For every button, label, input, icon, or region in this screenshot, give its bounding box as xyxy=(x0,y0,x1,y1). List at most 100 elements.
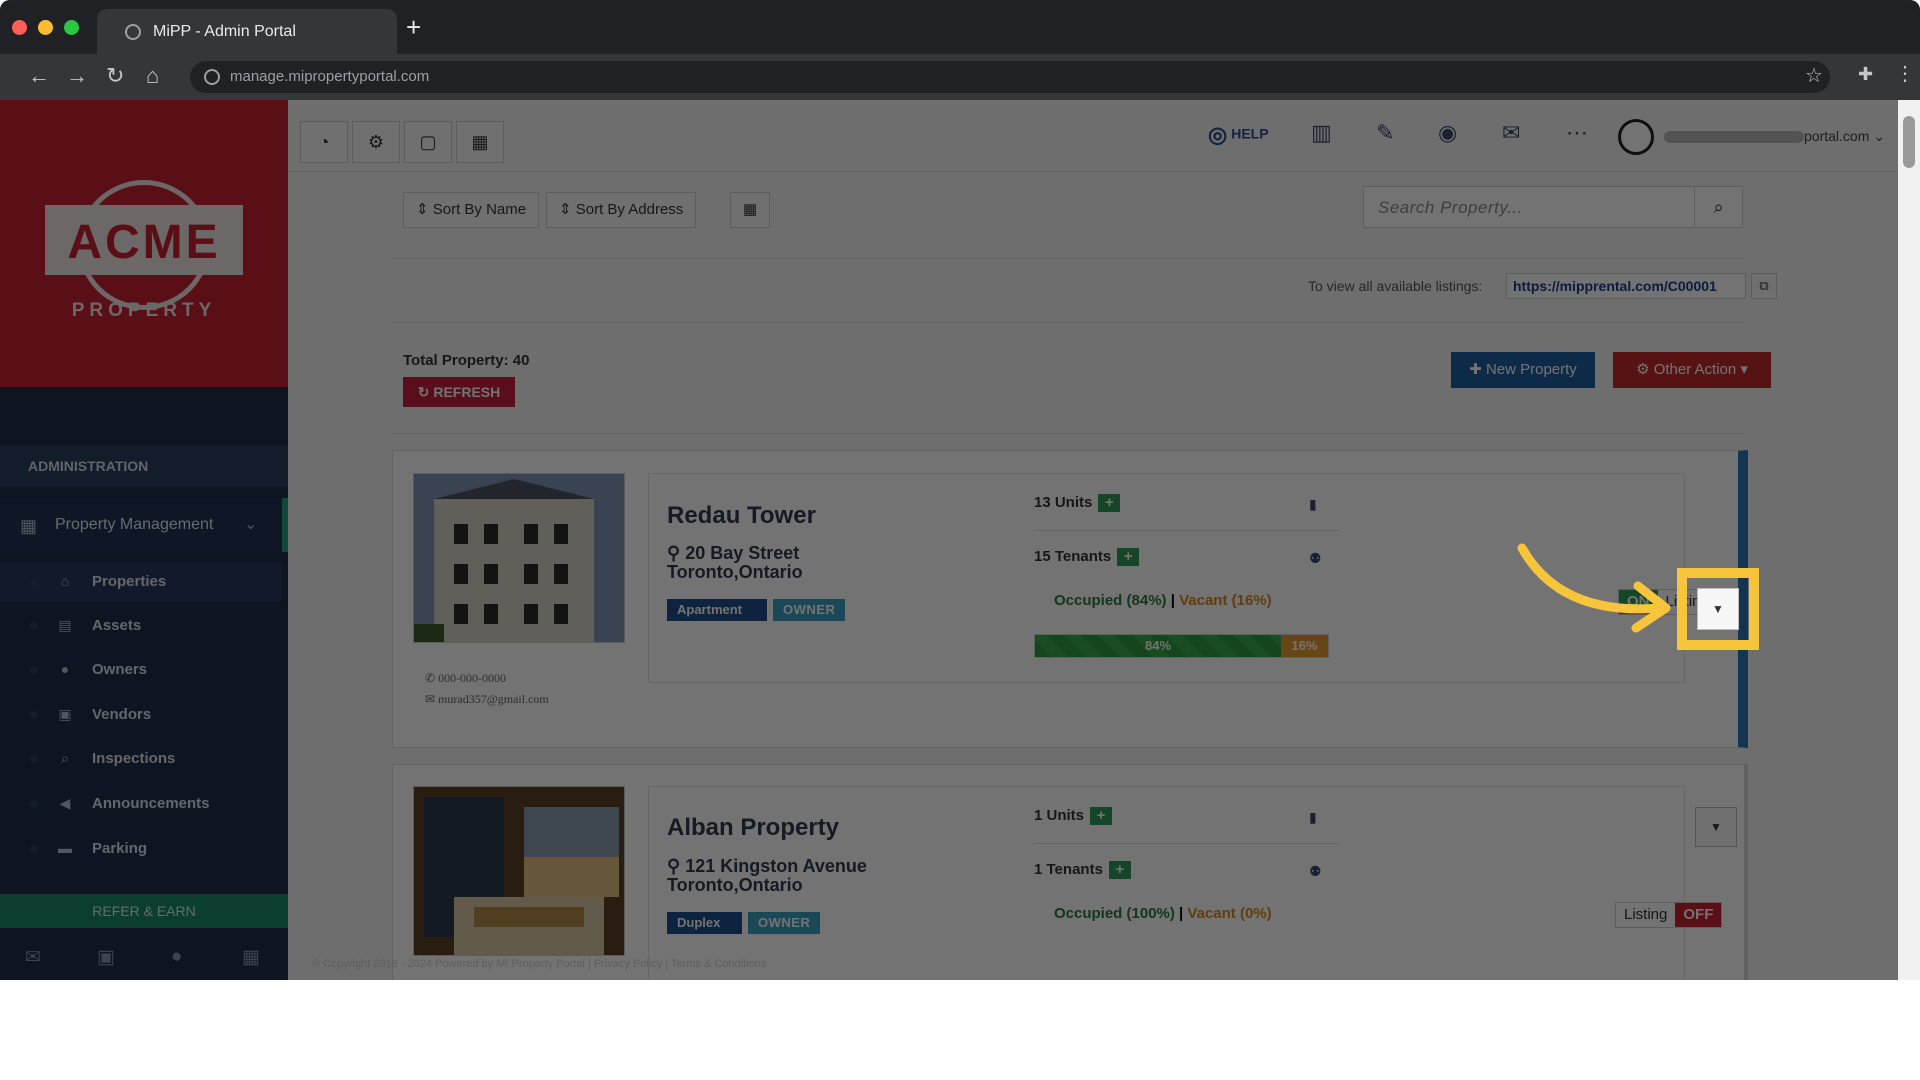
owner-badge: OWNER xyxy=(773,599,846,621)
property-address: ⚲ 20 Bay Street Toronto,Ontario xyxy=(667,543,803,582)
property-type-badge: Apartment xyxy=(667,599,767,621)
wrench-icon[interactable]: ✎ xyxy=(1376,120,1394,146)
sidebar-group-property-management[interactable]: ▦ Property Management ⌄ xyxy=(0,498,288,552)
add-tenant-button[interactable]: + xyxy=(1117,548,1140,567)
users-icon: ⚉ xyxy=(1309,550,1322,566)
eye-icon[interactable]: ◉ xyxy=(1438,120,1457,146)
home-icon[interactable]: ⌂ xyxy=(146,62,159,90)
sidebar-item-properties[interactable]: ⌂ Properties xyxy=(0,562,282,602)
owner-badge: OWNER xyxy=(748,912,821,934)
logo-word: ACME xyxy=(67,216,221,269)
chevron-down-icon: ⌄ xyxy=(244,516,258,533)
listing-toggle[interactable]: Listing OFF xyxy=(1615,902,1723,928)
property-name[interactable]: Redau Tower xyxy=(667,502,816,530)
group-label: Property Management xyxy=(55,516,214,533)
divider xyxy=(392,258,1744,259)
add-tenant-button[interactable]: + xyxy=(1108,861,1131,880)
building-icon: ▦ xyxy=(20,516,38,536)
owner-email: ✉ murad357@gmail.com xyxy=(425,692,549,706)
occupancy-text: Occupied (100%) | Vacant (0%) xyxy=(1054,905,1272,922)
sort-by-address-button[interactable]: ⇕ Sort By Address xyxy=(546,192,697,228)
archive-icon: ▤ xyxy=(58,617,72,633)
search-icon[interactable]: ⌕ xyxy=(1694,187,1742,227)
section-title: ADMINISTRATION xyxy=(28,458,149,474)
maximize-window-button[interactable] xyxy=(64,20,79,35)
sidebar-item-vendors[interactable]: ▣ Vendors xyxy=(0,695,282,735)
more-icon[interactable]: ⋯ xyxy=(1566,120,1588,146)
sort-by-name-button[interactable]: ⇕ Sort By Name xyxy=(403,192,540,228)
browser-tab[interactable]: MiPP - Admin Portal xyxy=(97,9,397,54)
help-link[interactable]: ◎ HELP xyxy=(1208,122,1269,148)
add-unit-button[interactable]: + xyxy=(1098,494,1121,513)
new-tab-button[interactable]: + xyxy=(406,14,421,40)
property-address: ⚲ 121 Kingston Avenue Toronto,Ontario xyxy=(667,856,867,895)
mail-icon[interactable]: ✉ xyxy=(25,946,41,969)
back-icon[interactable]: ← xyxy=(28,62,50,90)
property-actions-dropdown[interactable]: ▼ xyxy=(1695,807,1737,847)
calendar-button[interactable]: ▢ xyxy=(404,121,452,163)
minimize-window-button[interactable] xyxy=(38,20,53,35)
refer-and-earn-button[interactable]: REFER & EARN xyxy=(0,894,288,928)
bookmark-star-icon[interactable]: ☆ xyxy=(1805,63,1823,88)
other-action-button[interactable]: ⚙ Other Action ▾ xyxy=(1613,352,1771,388)
property-card: Alban Property ⚲ 121 Kingston Avenue Toro… xyxy=(392,764,1748,980)
divider xyxy=(392,433,1744,434)
total-property-count: Total Property: 40 xyxy=(403,352,530,369)
top-bar: ◔ ⚙ ▢ ▦ ◎ HELP ▥ ✎ ◉ ✉ ⋯ portal.com ⌄ xyxy=(288,100,1900,172)
copy-icon[interactable]: ⧉ xyxy=(1751,273,1777,299)
forward-icon[interactable]: → xyxy=(66,62,88,90)
grid-view-button[interactable]: ▦ xyxy=(730,192,771,228)
units-count: 13 Units + xyxy=(1034,494,1121,513)
sidebar-item-owners[interactable]: ● Owners xyxy=(0,650,282,690)
tab-title: MiPP - Admin Portal xyxy=(153,23,296,40)
property-name[interactable]: Alban Property xyxy=(667,814,839,842)
settings-button[interactable]: ⚙ xyxy=(352,121,400,163)
close-window-button[interactable] xyxy=(12,20,27,35)
extensions-icon[interactable]: ✚ xyxy=(1858,64,1873,85)
dashboard-button[interactable]: ◔ xyxy=(300,121,348,163)
avatar[interactable] xyxy=(1618,119,1654,155)
address-bar[interactable]: manage.mipropertyportal.com xyxy=(190,61,1830,93)
search-input[interactable]: Search Property... xyxy=(1378,198,1523,218)
mail-icon[interactable]: ✉ xyxy=(1502,120,1520,146)
property-type-badge: Duplex xyxy=(667,912,742,934)
sidebar-item-assets[interactable]: ▤ Assets xyxy=(0,606,282,646)
occupancy-text: Occupied (84%) | Vacant (16%) xyxy=(1054,592,1272,609)
site-info-icon[interactable] xyxy=(204,69,220,85)
browser-menu-icon[interactable]: ⋮ xyxy=(1895,62,1915,86)
property-actions-dropdown[interactable]: ▼ xyxy=(1697,588,1739,630)
sidebar: ACME PROPERTY ADMINISTRATION ▦ Property … xyxy=(0,100,288,980)
occupancy-bar: 84% 16% xyxy=(1034,634,1329,658)
briefcase-icon[interactable]: ▣ xyxy=(97,946,115,969)
magnifier-icon: ⌕ xyxy=(61,750,69,766)
sidebar-item-parking[interactable]: ▬ Parking xyxy=(0,829,282,869)
vacant-fill: 16% xyxy=(1281,635,1328,657)
user-icon: ● xyxy=(60,661,70,677)
owner-phone: ✆ 000-000-0000 xyxy=(425,671,507,685)
reload-icon[interactable]: ↻ xyxy=(106,62,124,90)
calculator-button[interactable]: ▦ xyxy=(456,121,504,163)
browser-window: MiPP - Admin Portal + ← → ↻ ⌂ manage.mip… xyxy=(0,0,1920,980)
car-icon: ▬ xyxy=(58,840,72,856)
scrollbar[interactable] xyxy=(1898,100,1920,980)
url-text: manage.mipropertyportal.com xyxy=(230,68,430,85)
user-menu[interactable]: portal.com ⌄ xyxy=(1664,128,1885,145)
listing-text: To view all available listings: xyxy=(1308,278,1483,294)
calculator-icon[interactable]: ▦ xyxy=(242,946,260,969)
property-photo[interactable] xyxy=(413,786,625,956)
scrollbar-thumb[interactable] xyxy=(1903,116,1915,168)
users-icon: ⚉ xyxy=(1309,863,1322,879)
user-icon[interactable]: ● xyxy=(171,946,182,968)
refresh-button[interactable]: ↻ REFRESH xyxy=(403,377,515,407)
logo-area: ACME PROPERTY xyxy=(0,100,288,387)
add-unit-button[interactable]: + xyxy=(1090,807,1113,826)
occupied-fill: 84% xyxy=(1035,635,1281,657)
sidebar-item-inspections[interactable]: ⌕ Inspections xyxy=(0,739,282,779)
new-property-button[interactable]: ✚ New Property xyxy=(1451,352,1595,388)
property-photo[interactable] xyxy=(413,473,625,643)
tab-strip: MiPP - Admin Portal + xyxy=(0,0,1920,54)
listing-url-field[interactable]: https://mipprental.com/C00001 xyxy=(1506,273,1746,299)
sidebar-item-announcements[interactable]: ◀ Announcements xyxy=(0,784,282,824)
chart-icon[interactable]: ▥ xyxy=(1311,120,1332,146)
search-field[interactable]: Search Property... ⌕ xyxy=(1363,186,1743,228)
